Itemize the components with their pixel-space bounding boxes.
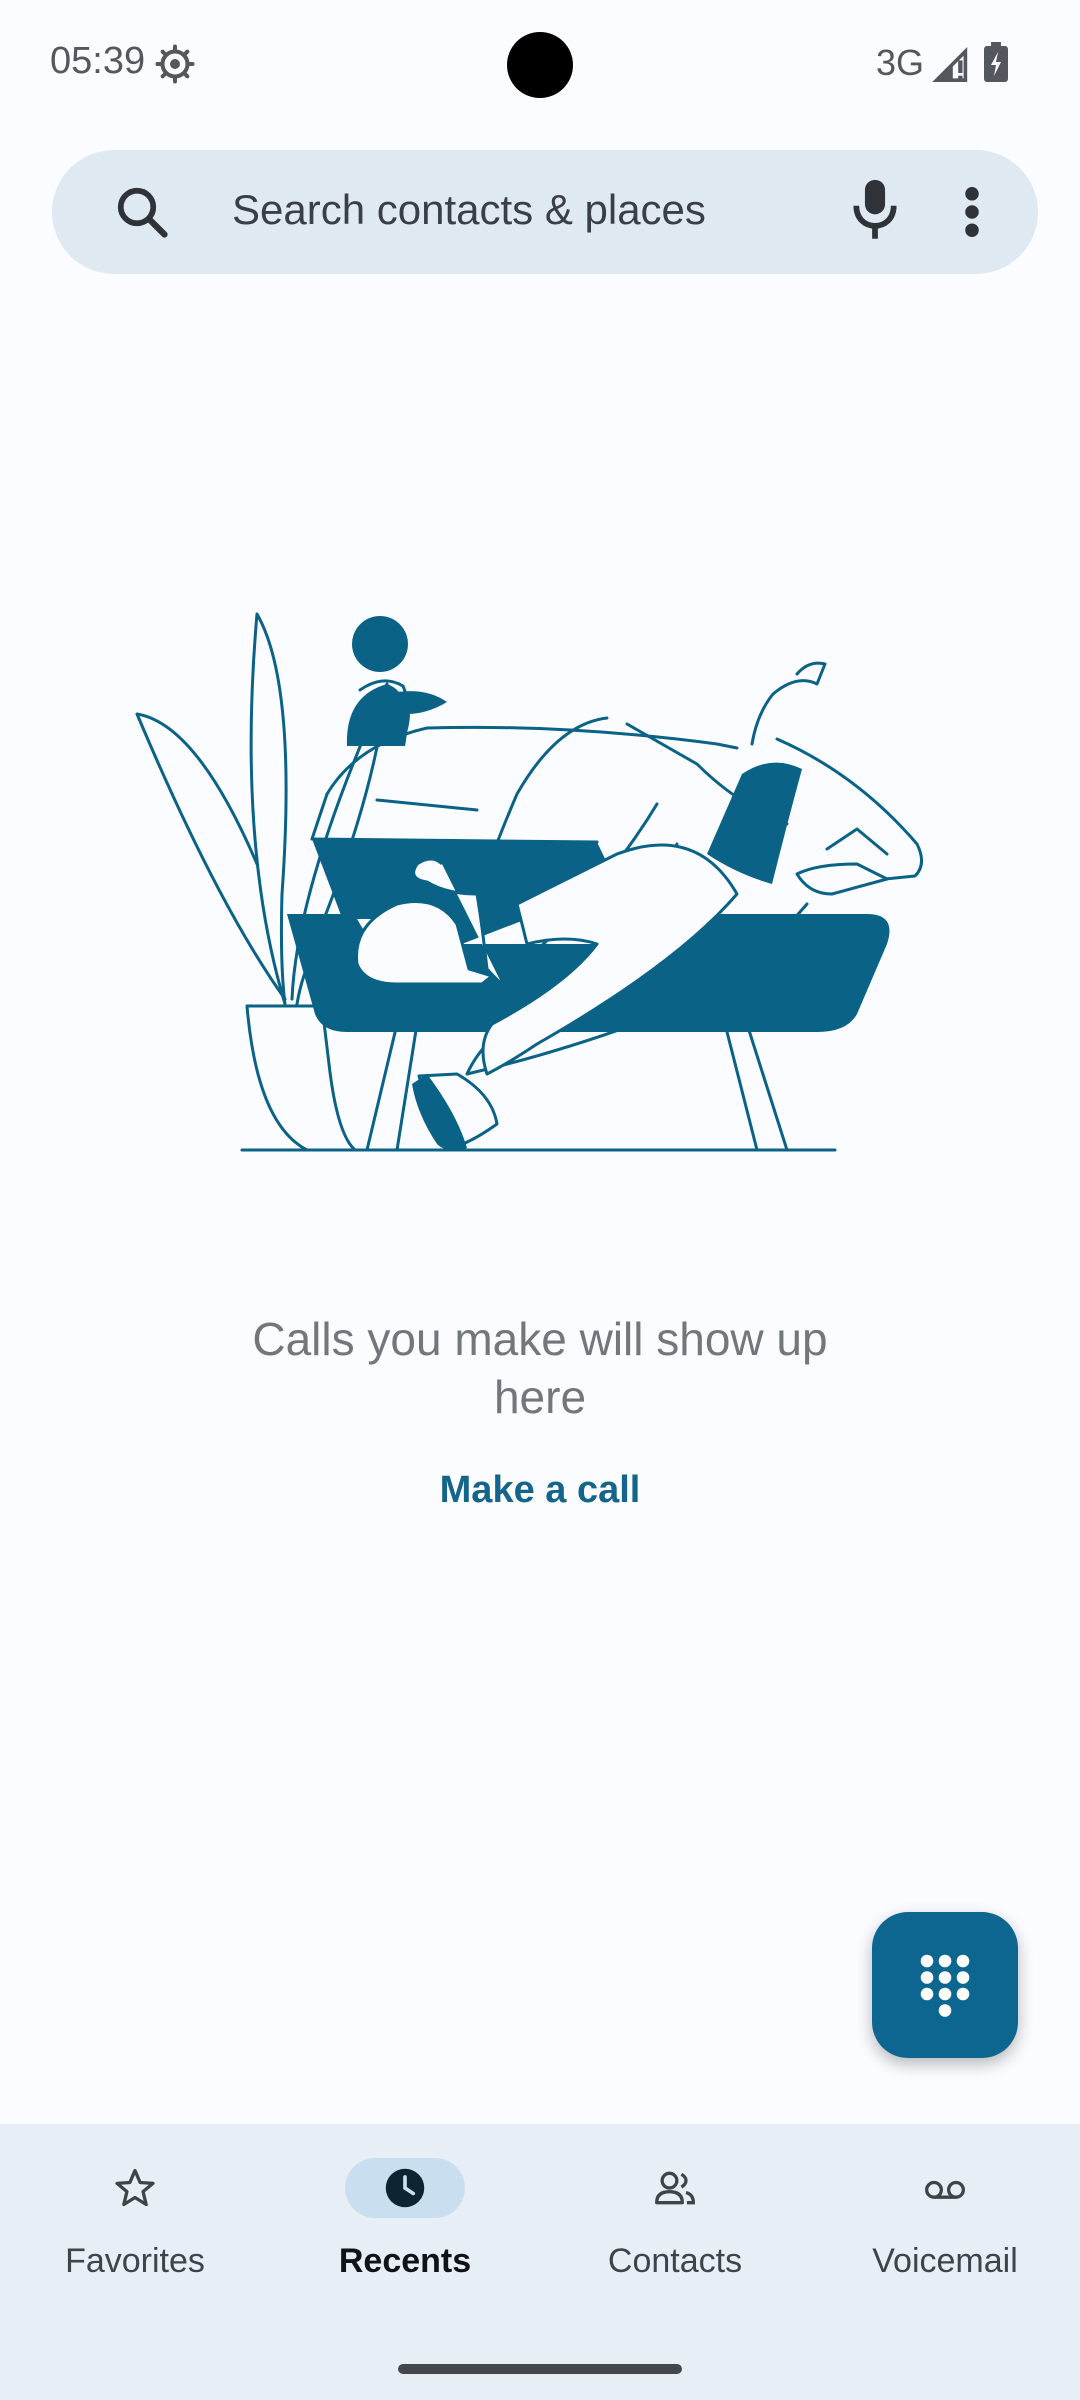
settings-gear-icon	[155, 44, 195, 84]
status-bar: 05:39 3G	[0, 0, 1080, 128]
battery-charging-icon	[984, 42, 1008, 82]
search-bar[interactable]: Search contacts & places	[52, 150, 1038, 274]
signal-icon	[932, 47, 968, 82]
more-vert-icon	[965, 187, 979, 237]
nav-label-contacts: Contacts	[607, 2242, 743, 2280]
more-options-button[interactable]	[912, 150, 1038, 274]
bottom-navigation: Favorites Recents Contacts Voicemail	[0, 2124, 1080, 2400]
empty-state-message: Calls you make will show up here	[252, 1313, 828, 1423]
make-a-call-button[interactable]: Make a call	[402, 1432, 678, 1548]
voicemail-icon	[925, 2180, 965, 2199]
phone-screen: 05:39 3G Search contacts & places Calls …	[0, 0, 1080, 2400]
star-icon	[115, 2168, 155, 2207]
status-time: 05:39	[50, 40, 146, 82]
nav-item-voicemail[interactable]: Voicemail	[810, 2124, 1080, 2338]
clock-icon	[385, 2168, 425, 2208]
gesture-navigation-bar[interactable]	[398, 2364, 682, 2374]
nav-label-recents: Recents	[338, 2242, 472, 2280]
nav-item-favorites[interactable]: Favorites	[0, 2124, 270, 2338]
nav-item-contacts[interactable]: Contacts	[540, 2124, 810, 2338]
dialpad-fab[interactable]	[872, 1912, 1018, 2058]
dialpad-icon	[920, 1954, 970, 2017]
nav-item-recents[interactable]: Recents	[270, 2124, 540, 2338]
contacts-icon	[655, 2171, 695, 2205]
search-input[interactable]: Search contacts & places	[232, 186, 706, 234]
nav-label-favorites: Favorites	[65, 2242, 205, 2280]
empty-recents-illustration	[135, 612, 923, 1152]
camera-cutout	[507, 32, 573, 98]
nav-label-voicemail: Voicemail	[872, 2242, 1018, 2280]
microphone-icon	[853, 179, 897, 239]
search-icon[interactable]	[112, 182, 172, 242]
network-type: 3G	[876, 42, 925, 83]
